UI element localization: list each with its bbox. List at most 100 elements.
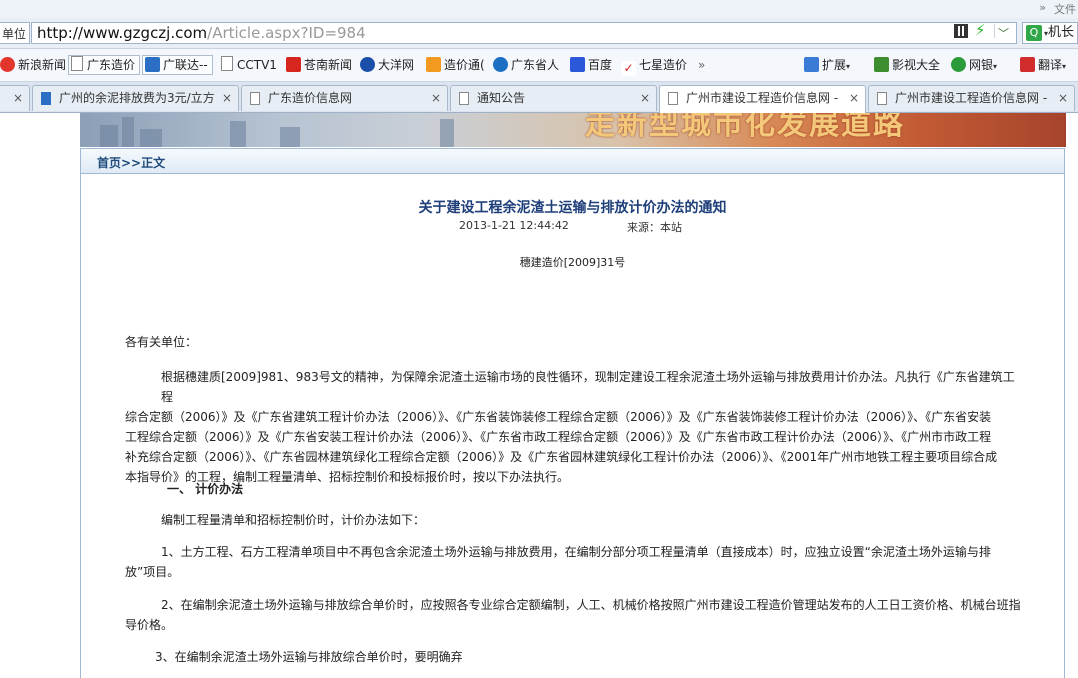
bookmark-label: 广联达-- — [163, 58, 208, 72]
tab-3[interactable]: 通知公告 × — [450, 85, 657, 111]
menu-chevron[interactable]: » — [1039, 1, 1046, 14]
unit-dropdown-label: 单位 — [2, 27, 27, 41]
tab-title: 广东造价信息网 — [268, 91, 353, 105]
bookmark-dayoo[interactable]: 大洋网 — [360, 55, 414, 75]
search-input[interactable]: Q ▾机长 — [1022, 22, 1078, 44]
tab-4-active[interactable]: 广州市建设工程造价信息网 - × — [659, 85, 866, 113]
url-domain: http://www.gzgczj.com — [37, 24, 208, 42]
check-icon: ✓ — [621, 61, 636, 76]
address-bar[interactable]: http://www.gzgczj.com/Article.aspx?ID=98… — [31, 22, 1017, 44]
translate-label: 翻译 — [1038, 58, 1063, 72]
url-path: /Article.aspx?ID=984 — [207, 24, 366, 42]
page-icon — [71, 56, 83, 71]
breadcrumb-bar: 首页>>正文 — [81, 148, 1064, 174]
dropdown-arrow-icon: ▾ — [1062, 62, 1067, 71]
breadcrumb[interactable]: 首页>>正文 — [97, 154, 165, 171]
close-icon[interactable]: × — [431, 86, 441, 110]
online-banking-button[interactable]: 网银▾ — [951, 55, 997, 75]
search-text: 机长 — [1048, 25, 1075, 40]
banner-building — [230, 121, 246, 147]
intro-paragraph: 根据穗建质[2009]981、983号文的精神，为保障余泥渣土运输市场的良性循环… — [125, 367, 1025, 487]
banner-slogan: 走新型城市化发展道路 — [585, 113, 905, 142]
bookmark-cctv1[interactable]: CCTV1 — [221, 55, 277, 75]
bookmark-label: 广东省人 — [511, 58, 560, 72]
window-top-strip: » 文件 — [0, 0, 1078, 18]
page-icon — [668, 92, 678, 105]
bookmark-sina-news[interactable]: 新浪新闻 — [0, 55, 66, 75]
list-item-2: 2、在编制余泥渣土场外运输与排放综合单价时，应按照各专业综合定额编制，人工、机械… — [125, 595, 1025, 635]
gov-icon — [493, 57, 508, 72]
unit-dropdown[interactable]: 单位▾ — [0, 22, 30, 62]
bookmark-qixing-cost[interactable]: ✓ 七星造价 — [621, 55, 688, 76]
extensions-button[interactable]: 扩展▾ — [804, 55, 850, 75]
banner-building — [440, 119, 454, 147]
close-icon[interactable]: × — [13, 86, 23, 110]
weibo-icon — [0, 57, 15, 72]
banking-label: 网银 — [969, 58, 994, 72]
bookmark-guangdong-people[interactable]: 广东省人 — [493, 55, 559, 75]
translate-button[interactable]: 翻译▾ — [1020, 55, 1066, 75]
news-icon — [286, 57, 301, 72]
tab-2[interactable]: 广东造价信息网 × — [241, 85, 448, 111]
divider — [994, 24, 995, 38]
tab-title: 广州市建设工程造价信息网 - — [895, 91, 1048, 105]
tab-0[interactable]: × — [0, 85, 30, 111]
article-container: 首页>>正文 关于建设工程余泥渣土运输与排放计价办法的通知 2013-1-21 … — [80, 148, 1065, 678]
close-icon[interactable]: × — [1058, 86, 1068, 110]
bookmark-label: 七星造价 — [639, 58, 688, 72]
article-title: 关于建设工程余泥渣土运输与排放计价办法的通知 — [418, 200, 727, 216]
dropdown-arrow-icon: ▾ — [846, 62, 851, 71]
baidu-icon — [570, 57, 585, 72]
bookmark-zaojiatong[interactable]: 造价通( — [426, 55, 485, 75]
banner-building — [140, 129, 162, 147]
section-heading: 一、 计价办法 — [167, 482, 244, 496]
rss-icon — [426, 57, 441, 72]
paragraph-line: 综合定额（2006）》及《广东省建筑工程计价办法（2006）》、《广东省装饰装修… — [125, 410, 992, 424]
bookmark-label: 广东造价 — [87, 58, 136, 72]
bookmark-cangnan-news[interactable]: 苍南新闻 — [286, 55, 352, 75]
close-icon[interactable]: × — [640, 86, 650, 110]
bookmark-baidu[interactable]: 百度 — [570, 55, 612, 75]
paragraph-line: 补充综合定额（2006）》、《广东省园林建筑绿化工程综合定额（2006）》及《广… — [125, 450, 998, 464]
banner-building — [280, 127, 300, 147]
tab-title: 广州市建设工程造价信息网 - — [686, 91, 839, 105]
page-icon — [250, 92, 260, 105]
glodon-icon — [145, 57, 160, 72]
paragraph-line: 1、土方工程、石方工程清单项目中不再包含余泥渣土场外运输与排放费用，在编制分部分… — [161, 545, 991, 559]
bookmark-label: 造价通( — [444, 58, 485, 72]
paragraph-line: 放”项目。 — [125, 565, 180, 579]
dropdown-chevron-icon[interactable]: ﹀ — [998, 25, 1012, 40]
paragraph-line: 3、在编制余泥渣土场外运输与排放综合单价时，要明确弃 — [155, 650, 463, 664]
search-engine-icon[interactable]: Q — [1026, 25, 1042, 41]
play-icon — [874, 57, 889, 72]
document-number: 穗建造价[2009]31号 — [519, 256, 626, 269]
article-source: 来源：本站 — [627, 221, 682, 234]
glodon-icon — [41, 92, 51, 105]
close-icon[interactable]: × — [849, 86, 859, 110]
list-item-1: 1、土方工程、石方工程清单项目中不再包含余泥渣土场外运输与排放费用，在编制分部分… — [125, 542, 1025, 582]
banner-building — [100, 125, 118, 147]
bookmark-glodon[interactable]: 广联达-- — [142, 55, 213, 75]
bookmark-label: CCTV1 — [237, 58, 277, 72]
video-label: 影视大全 — [892, 58, 941, 72]
bookmark-guangdong-cost[interactable]: 广东造价 — [68, 55, 141, 75]
translate-icon — [1020, 57, 1035, 72]
qr-code-icon[interactable] — [954, 24, 968, 38]
tab-1[interactable]: 广州的余泥排放费为3元/立方 × — [32, 85, 239, 111]
address-toolbar: 单位▾ http://www.gzgczj.com/Article.aspx?I… — [0, 18, 1078, 62]
dayoo-icon — [360, 57, 375, 72]
tab-strip: × 广州的余泥排放费为3元/立方 × 广东造价信息网 × 通知公告 × 广州市建设工程… — [0, 82, 1078, 113]
bookmarks-bar: 新浪新闻 广东造价 广联达-- CCTV1 苍南新闻 大洋网 造价通( 广东省人… — [0, 49, 1078, 82]
bookmarks-overflow-chevron[interactable]: » — [698, 55, 705, 75]
page-icon — [221, 56, 233, 71]
lightning-icon[interactable]: ⚡ — [975, 21, 986, 39]
paragraph-line: 导价格。 — [125, 618, 174, 632]
list-item-3: 3、在编制余泥渣土场外运输与排放综合单价时，要明确弃 — [125, 647, 1025, 667]
tab-5[interactable]: 广州市建设工程造价信息网 - × — [868, 85, 1075, 111]
video-button[interactable]: 影视大全 — [874, 55, 940, 75]
bookmark-label: 苍南新闻 — [304, 58, 353, 72]
close-icon[interactable]: × — [222, 86, 232, 110]
file-menu[interactable]: 文件 — [1054, 1, 1076, 17]
bookmark-label: 百度 — [588, 58, 613, 72]
section-lead: 编制工程量清单和招标控制价时，计价办法如下： — [161, 513, 426, 527]
